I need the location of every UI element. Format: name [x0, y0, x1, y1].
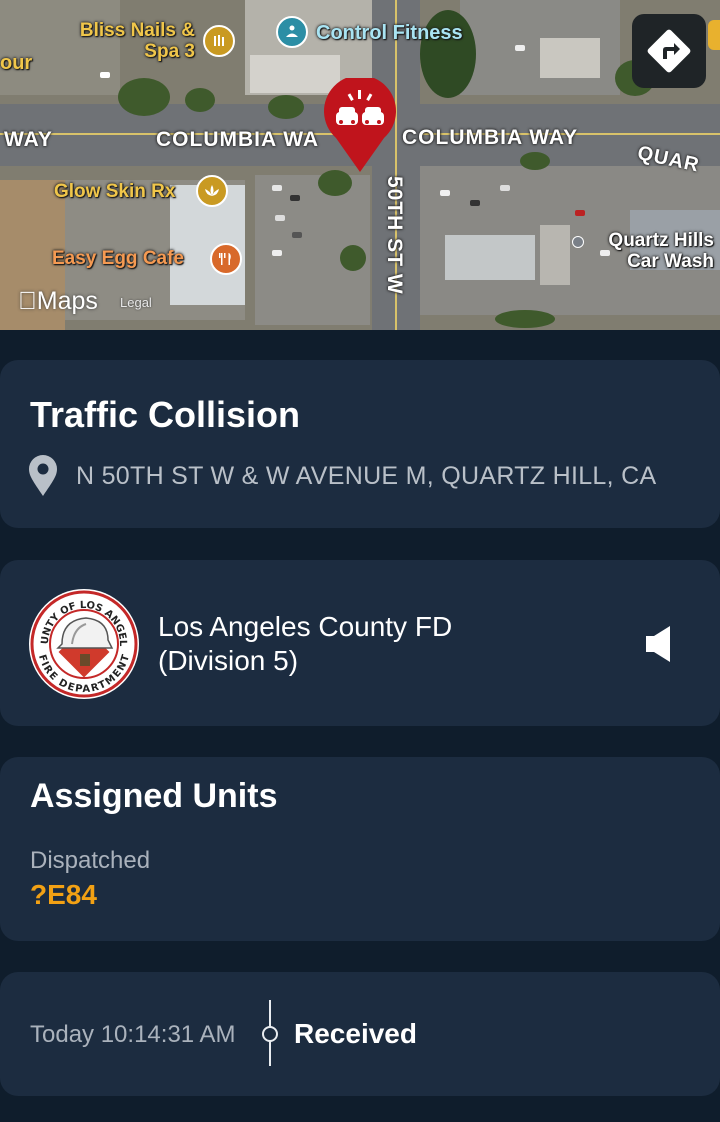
- restaurant-icon[interactable]: [210, 243, 242, 275]
- fire-department-seal: COUNTY OF LOS ANGELES FIRE DEPARTMENT: [28, 588, 139, 699]
- tree: [340, 245, 366, 271]
- parked-car: [100, 72, 110, 78]
- incident-location[interactable]: N 50TH ST W & W AVENUE M, QUARTZ HILL, C…: [28, 455, 656, 497]
- fitness-icon[interactable]: [276, 16, 308, 48]
- incident-map[interactable]: WAY COLUMBIA WA COLUMBIA WAY QUAR 50TH S…: [0, 0, 720, 330]
- street-label-columbia-mid: COLUMBIA WA: [156, 128, 320, 151]
- incident-card: Traffic Collision N 50TH ST W & W AVENUE…: [0, 360, 720, 528]
- parked-car: [272, 250, 282, 256]
- assigned-units-card: Assigned Units Dispatched ?E84: [0, 757, 720, 941]
- car-wash-icon[interactable]: [572, 236, 584, 248]
- map-building: [540, 38, 600, 78]
- parked-car: [575, 210, 585, 216]
- incident-title: Traffic Collision: [30, 394, 301, 435]
- apple-maps-logo: Maps: [18, 287, 98, 315]
- tree: [268, 95, 304, 119]
- location-pin-icon: [29, 455, 57, 496]
- spa-lotus-icon[interactable]: [196, 175, 228, 207]
- poi-label-easy-egg[interactable]: Easy Egg Cafe: [52, 248, 184, 270]
- timeline-card: Today 10:14:31 AM Received: [0, 972, 720, 1096]
- poi-label-control-fitness[interactable]: Control Fitness: [316, 22, 463, 45]
- tree: [318, 170, 352, 196]
- street-label-columbia-right: COLUMBIA WAY: [402, 126, 579, 149]
- poi-label-glow-skin[interactable]: Glow Skin Rx: [54, 181, 175, 203]
- parked-car: [515, 45, 525, 51]
- street-label-columbia-left: WAY: [4, 128, 53, 151]
- parked-car: [440, 190, 450, 196]
- department-card[interactable]: COUNTY OF LOS ANGELES FIRE DEPARTMENT Lo…: [0, 560, 720, 726]
- parked-car: [500, 185, 510, 191]
- unit-status-label: Dispatched: [30, 847, 151, 874]
- department-name: Los Angeles County FD (Division 5): [158, 611, 453, 676]
- map-building: [540, 225, 570, 285]
- tree: [495, 310, 555, 328]
- legal-link[interactable]: Legal: [120, 295, 152, 310]
- poi-label-partial: our: [0, 52, 33, 74]
- map-edge-poi: [708, 20, 720, 50]
- poi-label-quartz-hills[interactable]: Quartz Hills Car Wash: [588, 230, 714, 272]
- nail-salon-icon[interactable]: [203, 25, 235, 57]
- directions-button[interactable]: [632, 14, 706, 88]
- map-building: [445, 235, 535, 280]
- tree: [118, 78, 170, 116]
- directions-icon: [647, 29, 691, 73]
- parked-car: [470, 200, 480, 206]
- timeline-time: Today 10:14:31 AM: [30, 1021, 236, 1048]
- apple-logo-icon: : [18, 287, 37, 315]
- parked-car: [275, 215, 285, 221]
- parked-car: [292, 232, 302, 238]
- poi-label-bliss-nails[interactable]: Bliss Nails & Spa 3: [60, 20, 195, 62]
- timeline-event-label: Received: [294, 1018, 417, 1049]
- parked-car: [290, 195, 300, 201]
- timeline-dot: [262, 1026, 278, 1042]
- tree: [185, 88, 215, 112]
- parked-car: [272, 185, 282, 191]
- assigned-units-title: Assigned Units: [30, 777, 278, 815]
- tree: [520, 152, 550, 170]
- incident-address: N 50TH ST W & W AVENUE M, QUARTZ HILL, C…: [76, 461, 657, 490]
- unit-code[interactable]: ?E84: [30, 879, 97, 911]
- street-label-50th: 50TH ST W: [383, 176, 406, 295]
- speaker-icon[interactable]: [644, 624, 672, 664]
- collision-pin-icon[interactable]: [322, 78, 398, 173]
